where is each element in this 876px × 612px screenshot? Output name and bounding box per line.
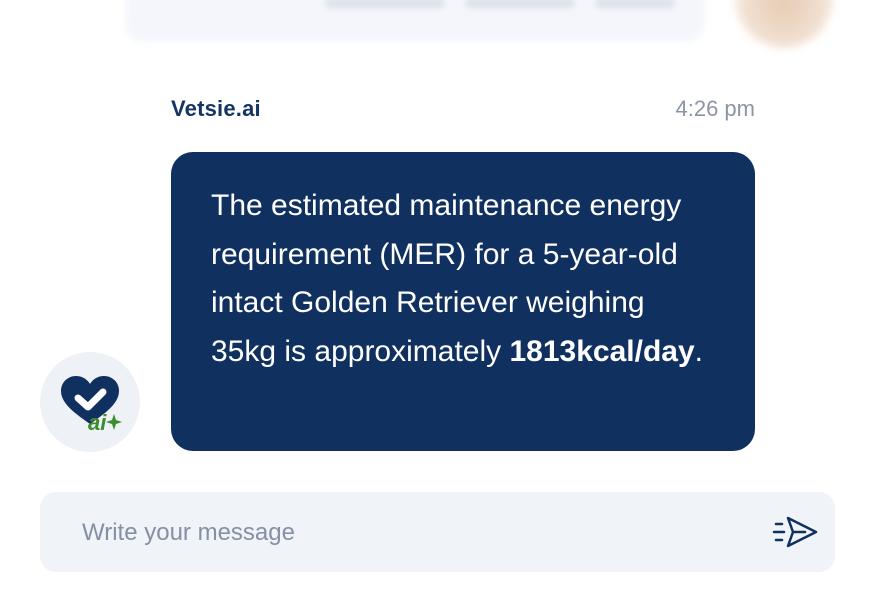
message-input[interactable]: [80, 512, 764, 554]
message-highlight-value: 1813kcal/day: [509, 334, 695, 368]
send-button[interactable]: [772, 514, 820, 550]
message-timestamp: 4:26 pm: [675, 96, 756, 121]
user-avatar: [735, 0, 833, 48]
message-composer: [40, 492, 835, 572]
heart-ai-logo-icon: ai: [61, 376, 122, 434]
previous-message-bubble: [125, 0, 705, 42]
logo-badge-text: ai: [88, 410, 107, 434]
message-bubble: The estimated maintenance energy require…: [171, 152, 755, 451]
bot-avatar: ai: [40, 352, 140, 452]
message-sender: Vetsie.ai: [171, 96, 261, 121]
paper-plane-send-icon: [772, 516, 818, 548]
message-text-end: .: [694, 334, 703, 368]
